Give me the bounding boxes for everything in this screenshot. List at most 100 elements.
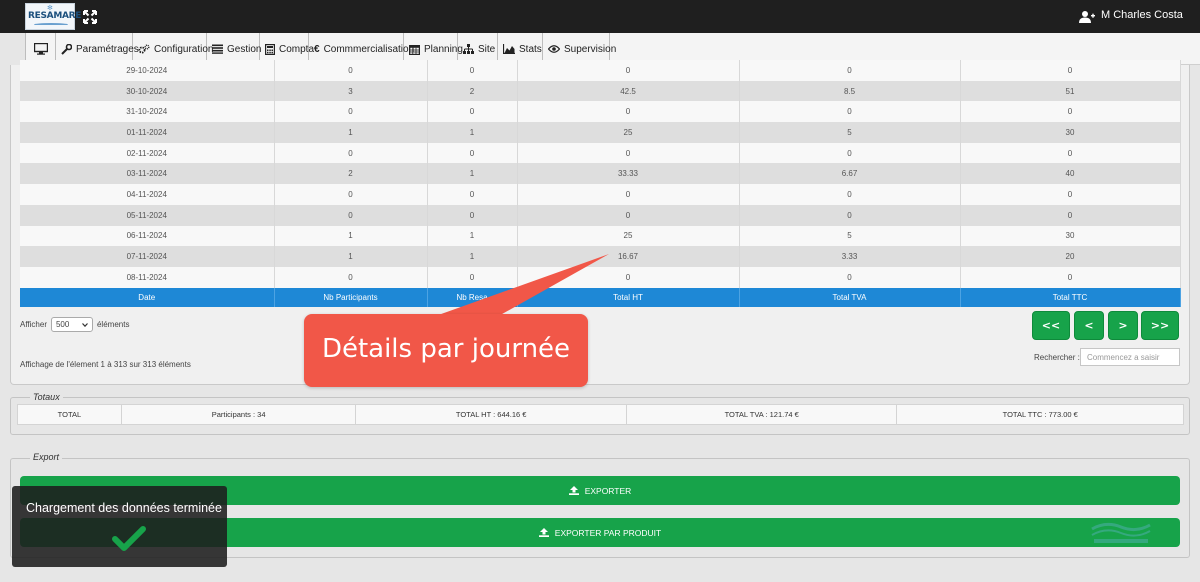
table-cell: 0 (739, 266, 961, 288)
table-cell: 33.33 (517, 163, 740, 185)
search-input[interactable]: Commencez a saisir (1080, 348, 1180, 366)
totaux-legend: Totaux (30, 392, 63, 402)
search-placeholder: Commencez a saisir (1087, 352, 1160, 362)
table-info: Affichage de l'élement 1 à 313 sur 313 é… (20, 360, 191, 369)
app-logo[interactable]: ✻ RESAMARE (25, 3, 81, 30)
callout-text: Détails par journée (321, 334, 571, 364)
wave-icon (34, 23, 68, 26)
table-cell: 0 (517, 266, 740, 288)
column-header[interactable]: Nb Participants (274, 287, 428, 307)
menu-label: Commmercialisation (323, 43, 415, 55)
table-cell: 25 (517, 225, 740, 247)
menu-label: Supervision (564, 43, 617, 55)
exporter-par-produit-label: EXPORTER PAR PRODUIT (554, 527, 662, 538)
table-header-row: Date Nb Participants Nb Resa Total HT Total … (20, 287, 1181, 307)
page-size-value: 500 (55, 320, 70, 329)
table-cell: 0 (517, 60, 740, 81)
export-legend: Export (30, 452, 63, 462)
eye-icon (548, 45, 560, 53)
column-header[interactable]: Date (20, 287, 275, 307)
table-cell: 0 (427, 142, 518, 164)
table-cell: 0 (517, 101, 740, 123)
logo-text: RESAMARE (28, 11, 82, 21)
table-cell: 31-10-2024 (20, 101, 275, 123)
watermark-logo (1091, 522, 1151, 543)
table-row: 06-11-2024 1 1 25 5 30 (20, 225, 1181, 247)
table-cell: 25 (517, 122, 740, 143)
search-label: Rechercher : (1034, 353, 1080, 362)
column-header[interactable]: Nb Resa (427, 287, 518, 307)
table-cell: 1 (274, 122, 428, 143)
table-cell: 0 (427, 60, 518, 81)
table-cell: 5 (739, 122, 961, 143)
table-row: 02-11-2024 0 0 0 0 0 (20, 142, 1181, 164)
menu-label: Gestion (227, 43, 262, 55)
elements-label: éléments (96, 320, 130, 329)
table-cell: 30 (960, 225, 1181, 247)
table-cell: 0 (274, 204, 428, 226)
table-cell: 1 (427, 122, 518, 143)
table-cell: 40 (960, 163, 1181, 185)
loading-complete-toast: Chargement des données terminée (12, 486, 227, 567)
top-bar: ✻ RESAMARE M Charles Costa (0, 0, 1200, 33)
last-page-button[interactable]: >> (1141, 311, 1179, 340)
table-cell: 0 (960, 204, 1181, 226)
daily-details-table: 29-10-2024 0 0 0 0 0 30-10-2024 3 2 42.5 8.5 51 31-1… (20, 60, 1181, 307)
table-cell: 07-11-2024 (20, 246, 275, 267)
afficher-label: Afficher (20, 320, 47, 329)
table-cell: 2 (427, 80, 518, 102)
table-cell: 1 (427, 225, 518, 247)
table-row: 31-10-2024 0 0 0 0 0 (20, 101, 1181, 123)
toast-text: Chargement des données terminée (26, 501, 222, 515)
column-header[interactable]: Total HT (517, 287, 740, 307)
table-cell: 0 (427, 266, 518, 288)
exporter-label: EXPORTER (584, 485, 632, 496)
table-cell: 03-11-2024 (20, 163, 275, 185)
upload-icon (568, 486, 579, 495)
table-cell: 01-11-2024 (20, 122, 275, 143)
table-row: 07-11-2024 1 1 16.67 3.33 20 (20, 246, 1181, 267)
area-chart-icon (503, 44, 515, 54)
total-label: TOTAL (18, 405, 122, 424)
menu-label: Configuration (154, 43, 214, 55)
fullscreen-icon[interactable] (83, 10, 97, 24)
gears-icon (138, 44, 150, 53)
table-cell: 30-10-2024 (20, 80, 275, 102)
table-cell: 04-11-2024 (20, 184, 275, 205)
prev-page-button[interactable]: < (1074, 311, 1104, 340)
table-cell: 6.67 (739, 163, 961, 185)
user-name[interactable]: M Charles Costa (1101, 9, 1183, 21)
table-cell: 0 (517, 184, 740, 205)
euro-icon: € (314, 43, 320, 55)
table-cell: 0 (739, 204, 961, 226)
table-cell: 0 (274, 101, 428, 123)
table-cell: 0 (274, 184, 428, 205)
table-cell: 1 (274, 225, 428, 247)
table-cell: 0 (960, 101, 1181, 123)
table-cell: 06-11-2024 (20, 225, 275, 247)
calculator-icon (265, 43, 275, 55)
column-header[interactable]: Total TVA (739, 287, 961, 307)
first-page-button[interactable]: << (1032, 311, 1070, 340)
table-cell: 30 (960, 122, 1181, 143)
table-row: 29-10-2024 0 0 0 0 0 (20, 60, 1181, 81)
total-ttc: TOTAL TTC : 773.00 € (1002, 410, 1078, 419)
table-cell: 0 (517, 204, 740, 226)
table-cell: 1 (427, 246, 518, 267)
table-cell: 0 (960, 142, 1181, 164)
menu-label: Paramétrages (76, 43, 139, 55)
upload-icon (538, 528, 549, 537)
total-ht: TOTAL HT : 644.16 € (356, 405, 627, 424)
column-header[interactable]: Total TTC (960, 287, 1181, 307)
page-size-select[interactable]: 500 (50, 317, 93, 332)
table-row: 05-11-2024 0 0 0 0 0 (20, 204, 1181, 226)
table-cell: 0 (960, 184, 1181, 205)
total-participants: Participants : 34 (122, 405, 357, 424)
table-cell: 0 (960, 60, 1181, 81)
check-icon (112, 526, 146, 551)
user-plus-icon[interactable] (1079, 11, 1095, 23)
table-cell: 1 (274, 246, 428, 267)
table-cell: 0 (960, 266, 1181, 288)
table-cell: 42.5 (517, 80, 740, 102)
next-page-button[interactable]: > (1108, 311, 1138, 340)
